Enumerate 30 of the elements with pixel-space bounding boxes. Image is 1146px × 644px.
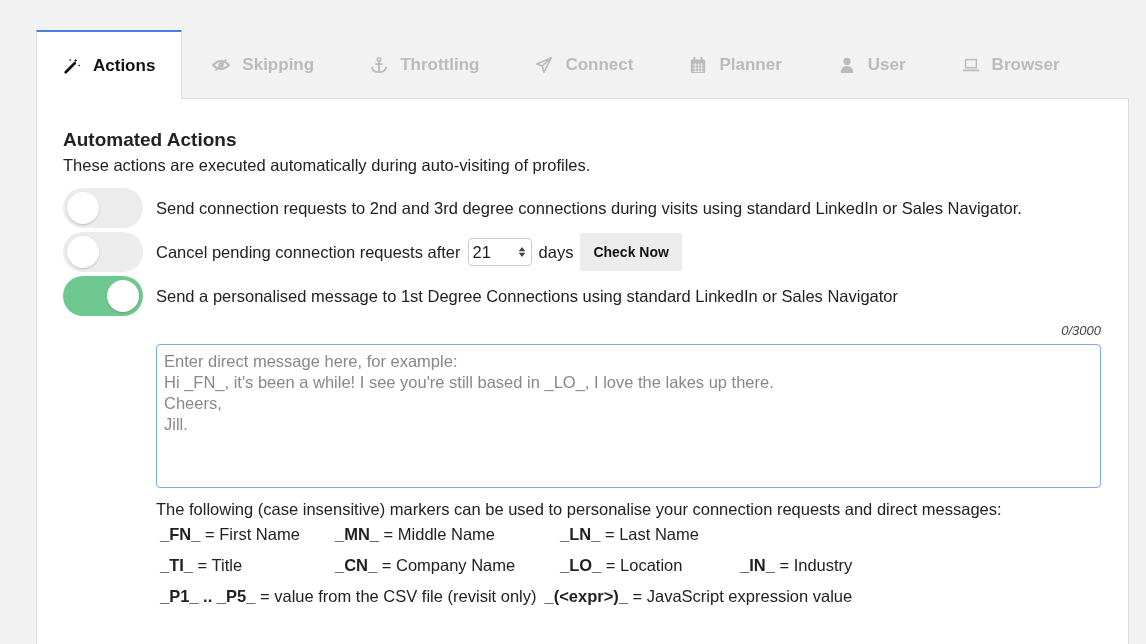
setting-label: Cancel pending connection requests after <box>156 242 461 262</box>
laptop-icon <box>961 56 980 74</box>
message-field[interactable]: Enter direct message here, for example: Hi _FN_, it's been a while! I see you're still based in _LO_, I love the lakes up there. Cheers, Jill. <box>156 344 1101 488</box>
section-description: These actions are executed automatically during auto-visiting of profiles. <box>63 156 592 175</box>
section-title: Automated Actions <box>63 129 238 151</box>
number-input[interactable]: 21 <box>467 238 532 266</box>
marker-definition: _(<expr>)_ = JavaScript expression value <box>544 587 854 606</box>
markers-description: The following (case insensitive) markers can be used to personalise your connection requests and direct messages: <box>156 500 1003 519</box>
marker-definition: _P1_ .. _P5_ = value from the CSV file (revisit only) <box>160 587 538 606</box>
marker-definition: _LN_ = Last Name <box>560 525 700 544</box>
anchor-icon <box>370 56 389 74</box>
marker-definition: _IN_ = Industry <box>740 556 854 575</box>
eye-slash-icon <box>212 56 231 74</box>
magic-wand-icon <box>63 56 81 75</box>
toggle-switch[interactable] <box>63 232 143 272</box>
marker-definition: _FN_ = First Name <box>160 525 301 544</box>
tab[interactable]: Actions <box>36 30 183 99</box>
marker-definition: _LO_ = Location <box>560 556 684 575</box>
marker-definition: _MN_ = Middle Name <box>335 525 497 544</box>
marker-definition: _TI_ = Title <box>160 556 244 575</box>
check-now-button[interactable]: Check Now <box>580 233 682 271</box>
paper-plane-icon <box>535 56 554 74</box>
unit-label: days <box>538 242 574 262</box>
setting-label: Send a personalised message to 1st Degree Connections using standard LinkedIn or Sales Navigator <box>156 286 899 306</box>
setting-label: Send connection requests to 2nd and 3rd degree connections during visits using standard LinkedIn or Sales Navigator. <box>156 198 1022 218</box>
toggle-switch[interactable] <box>63 188 143 228</box>
toggle-switch[interactable] <box>63 276 143 316</box>
character-counter: 0/3000 <box>1060 323 1101 338</box>
marker-definition: _CN_ = Company Name <box>335 556 517 575</box>
calendar-icon <box>689 56 708 74</box>
